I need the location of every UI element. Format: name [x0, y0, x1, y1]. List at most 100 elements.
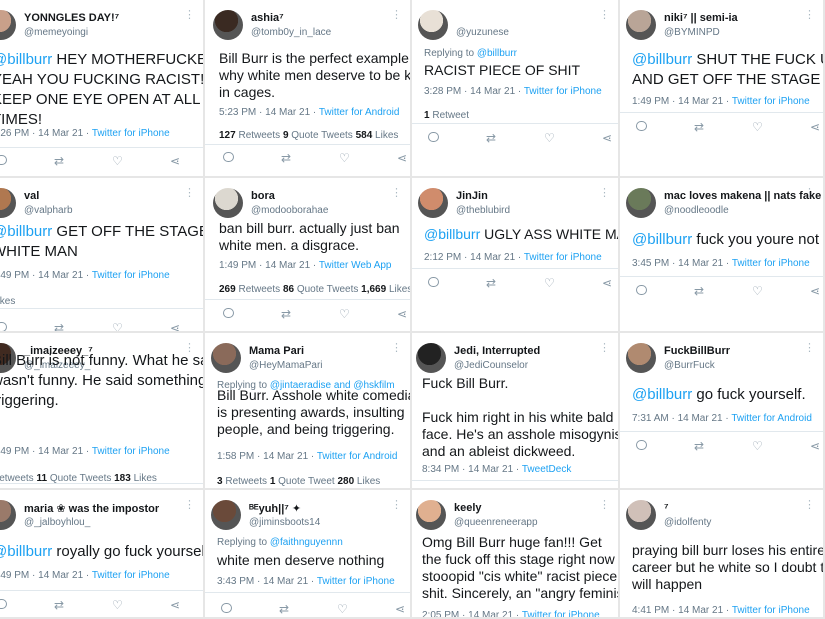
avatar[interactable] — [0, 10, 16, 40]
share-icon[interactable]: ⋖ — [810, 284, 820, 298]
user-handle[interactable]: @idolfenty — [664, 517, 711, 528]
stat-label[interactable]: Retweet — [430, 110, 469, 121]
stat-label[interactable]: Retweets — [236, 130, 283, 141]
more-icon[interactable]: ⋮ — [599, 186, 610, 199]
mention-link[interactable]: @billburr — [632, 386, 692, 403]
retweet-icon[interactable]: ⇄ — [54, 154, 64, 168]
like-icon[interactable]: ♡ — [339, 151, 350, 165]
tweet-card[interactable]: bora @modooborahae ⋮ ban bill burr. actuall… — [205, 178, 412, 333]
user-handle[interactable]: @modooborahae — [251, 205, 328, 216]
stat-label[interactable]: Likes — [386, 284, 410, 295]
display-name[interactable]: niki⁷ || semi-ia — [664, 12, 738, 24]
source-link[interactable]: Twitter for iPhone — [524, 86, 602, 97]
source-link[interactable]: Twitter for iPhone — [92, 128, 170, 139]
retweet-icon[interactable]: ⇄ — [281, 307, 291, 321]
user-handle[interactable]: @valpharb — [24, 205, 73, 216]
tweet-card[interactable]: _imaizeeey_⁷@_imaizeeey_⋮Bill Burr is no… — [0, 333, 205, 490]
tweet-card[interactable]: Mama Pari @HeyMamaPari ⋮ Replying to @jinta… — [205, 333, 412, 490]
more-icon[interactable]: ⋮ — [804, 498, 815, 511]
more-icon[interactable]: ⋮ — [391, 186, 402, 199]
stat-count[interactable]: 269 — [219, 284, 236, 295]
avatar[interactable] — [0, 188, 16, 218]
like-icon[interactable]: ♡ — [339, 307, 350, 321]
avatar[interactable] — [416, 500, 446, 530]
display-name[interactable]: mac loves makena || nats fake part — [664, 190, 823, 202]
source-link[interactable]: Twitter for iPhone — [92, 270, 170, 281]
reply-icon[interactable] — [221, 602, 232, 616]
more-icon[interactable]: ⋮ — [391, 8, 402, 21]
tweet-card[interactable]: JinJin @theblubird ⋮ @billburr UGLY ASS WHI… — [412, 178, 620, 333]
retweet-icon[interactable]: ⇄ — [694, 439, 704, 453]
source-link[interactable]: Twitter Web App — [319, 260, 392, 271]
mention-link[interactable]: @billburr — [0, 51, 52, 68]
reply-icon[interactable] — [223, 151, 234, 165]
source-link[interactable]: Twitter for iPhone — [92, 446, 170, 457]
share-icon[interactable]: ⋖ — [602, 276, 612, 290]
more-icon[interactable]: ⋮ — [599, 8, 610, 21]
reply-target-link[interactable]: @billburr — [477, 48, 517, 59]
stat-count[interactable]: 584 — [356, 130, 373, 141]
like-icon[interactable]: ♡ — [752, 120, 763, 134]
reply-icon[interactable] — [636, 439, 647, 453]
mention-link[interactable]: @billburr — [0, 543, 52, 560]
user-handle[interactable]: @tomb0y_in_lace — [251, 27, 331, 38]
stat-label[interactable]: Retweets — [236, 284, 283, 295]
source-link[interactable]: Twitter for iPhone — [524, 252, 602, 263]
display-name[interactable]: Mama Pari — [249, 345, 304, 357]
source-link[interactable]: TweetDeck — [522, 464, 571, 475]
mention-link[interactable]: @billburr — [632, 231, 692, 248]
display-name[interactable]: JinJin — [456, 190, 488, 202]
share-icon[interactable]: ⋖ — [395, 602, 405, 616]
tweet-card[interactable]: Jedi, Interrupted @JediCounselor ⋮ Fuck Bil… — [412, 333, 620, 490]
avatar[interactable] — [416, 343, 446, 373]
more-icon[interactable]: ⋮ — [804, 186, 815, 199]
source-link[interactable]: Twitter for iPhone — [732, 258, 810, 269]
display-name[interactable]: ashia⁷ — [251, 12, 284, 24]
retweet-icon[interactable]: ⇄ — [694, 284, 704, 298]
source-link[interactable]: Twitter for iPhone — [317, 576, 395, 587]
display-name[interactable]: keely — [454, 502, 482, 514]
like-icon[interactable]: ♡ — [112, 154, 123, 168]
tweet-card[interactable]: ashia⁷ @tomb0y_in_lace ⋮ Bill Burr is the p… — [205, 0, 412, 178]
user-handle[interactable]: @BurrFuck — [664, 360, 715, 371]
source-link[interactable]: Twitter for iPhone — [522, 610, 600, 617]
user-handle[interactable]: @yuzunese — [456, 27, 509, 38]
display-name[interactable]: YONNGLES DAY!⁷ — [24, 12, 119, 24]
reply-target-link[interactable]: @faithnguyennn — [270, 537, 343, 548]
more-icon[interactable]: ⋮ — [391, 498, 402, 511]
display-name[interactable]: FuckBillBurr — [664, 345, 730, 357]
retweet-icon[interactable]: ⇄ — [54, 321, 64, 331]
source-link[interactable]: Twitter for Android — [317, 451, 398, 462]
share-icon[interactable]: ⋖ — [602, 131, 612, 145]
stat-label[interactable]: Quote Tweets — [289, 130, 356, 141]
more-icon[interactable]: ⋮ — [599, 498, 610, 511]
user-handle[interactable]: @queenreneerapp — [454, 517, 538, 528]
mention-link[interactable]: @billburr — [0, 223, 52, 240]
stat-count[interactable]: 127 — [219, 130, 236, 141]
user-handle[interactable]: @BYMINPD — [664, 27, 720, 38]
like-icon[interactable]: ♡ — [112, 321, 123, 331]
share-icon[interactable]: ⋖ — [810, 439, 820, 453]
display-name[interactable]: Jedi, Interrupted — [454, 345, 540, 357]
stat-count[interactable]: 1,669 — [361, 284, 386, 295]
avatar[interactable] — [418, 188, 448, 218]
more-icon[interactable]: ⋮ — [184, 498, 195, 511]
stat-label[interactable]: Quote Tweets — [294, 284, 361, 295]
reply-icon[interactable] — [636, 284, 647, 298]
more-icon[interactable]: ⋮ — [184, 186, 195, 199]
share-icon[interactable]: ⋖ — [397, 151, 407, 165]
tweet-card[interactable]: FuckBillBurr @BurrFuck ⋮ @billburr go fuck … — [620, 333, 825, 490]
avatar[interactable] — [211, 343, 241, 373]
tweet-card[interactable]: @yuzunese ⋮ Replying to @billburr RACIST PI… — [412, 0, 620, 178]
avatar[interactable] — [213, 188, 243, 218]
avatar[interactable] — [626, 10, 656, 40]
like-icon[interactable]: ♡ — [337, 602, 348, 616]
reply-icon[interactable] — [0, 598, 7, 612]
mention-link[interactable]: @billburr — [424, 226, 480, 242]
stat-label[interactable]: Likes — [354, 476, 380, 487]
like-icon[interactable]: ♡ — [752, 439, 763, 453]
share-icon[interactable]: ⋖ — [170, 154, 180, 168]
like-icon[interactable]: ♡ — [752, 284, 763, 298]
more-icon[interactable]: ⋮ — [804, 341, 815, 354]
share-icon[interactable]: ⋖ — [810, 120, 820, 134]
